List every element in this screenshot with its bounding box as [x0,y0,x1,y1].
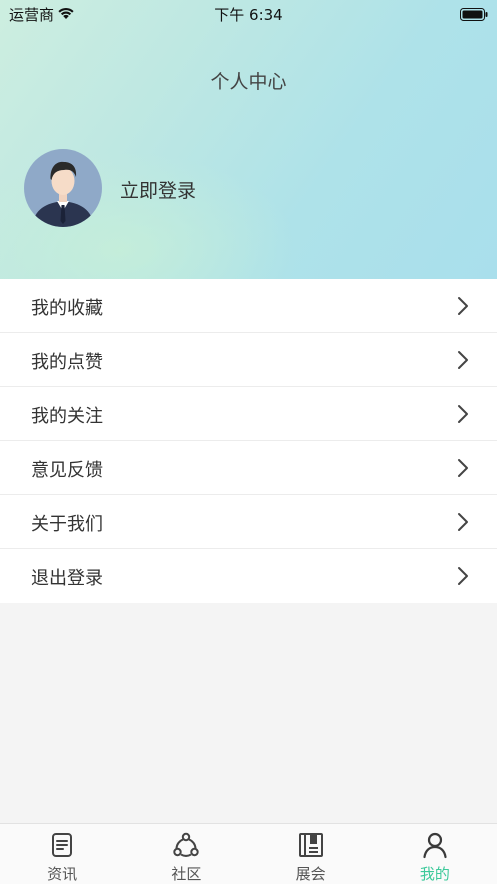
tab-label: 资讯 [47,865,78,883]
status-bar: 运营商 下午 6:34 [0,0,497,26]
menu-item-favorites[interactable]: 我的收藏 [0,279,497,333]
menu-item-feedback[interactable]: 意见反馈 [0,441,497,495]
menu-item-likes[interactable]: 我的点赞 [0,333,497,387]
menu-list: 我的收藏 我的点赞 我的关注 意见反馈 关于我们 退出登录 [0,279,497,603]
avatar[interactable] [24,149,102,227]
chevron-right-icon [458,351,468,369]
tab-community[interactable]: 社区 [124,824,248,884]
exhibition-icon [298,833,323,857]
tab-profile[interactable]: 我的 [373,824,497,884]
menu-item-about[interactable]: 关于我们 [0,495,497,549]
menu-item-label: 我的关注 [31,406,103,427]
menu-item-label: 我的点赞 [31,352,103,373]
news-icon [52,833,73,857]
tab-bar: 资讯 社区 展会 我的 [0,823,497,884]
profile-header: 运营商 下午 6:34 个人中心 立即登录 [0,0,497,279]
chevron-right-icon [458,405,468,423]
page-title: 个人中心 [210,71,287,93]
menu-item-label: 退出登录 [31,568,103,589]
tab-label: 我的 [419,865,450,883]
menu-item-logout[interactable]: 退出登录 [0,549,497,603]
chevron-right-icon [458,297,468,315]
menu-item-following[interactable]: 我的关注 [0,387,497,441]
menu-item-label: 我的收藏 [31,298,103,319]
tab-label: 社区 [171,865,202,883]
battery-icon [460,6,488,25]
menu-item-label: 关于我们 [31,514,103,535]
tab-news[interactable]: 资讯 [0,824,124,884]
tab-label: 展会 [295,865,326,883]
login-button[interactable]: 立即登录 [120,176,196,203]
profile-icon [423,832,447,859]
community-icon [173,832,200,857]
chevron-right-icon [458,513,468,531]
chevron-right-icon [458,459,468,477]
menu-item-label: 意见反馈 [31,460,103,481]
chevron-right-icon [458,567,468,585]
tab-exhibition[interactable]: 展会 [249,824,373,884]
status-time: 下午 6:34 [214,6,283,24]
